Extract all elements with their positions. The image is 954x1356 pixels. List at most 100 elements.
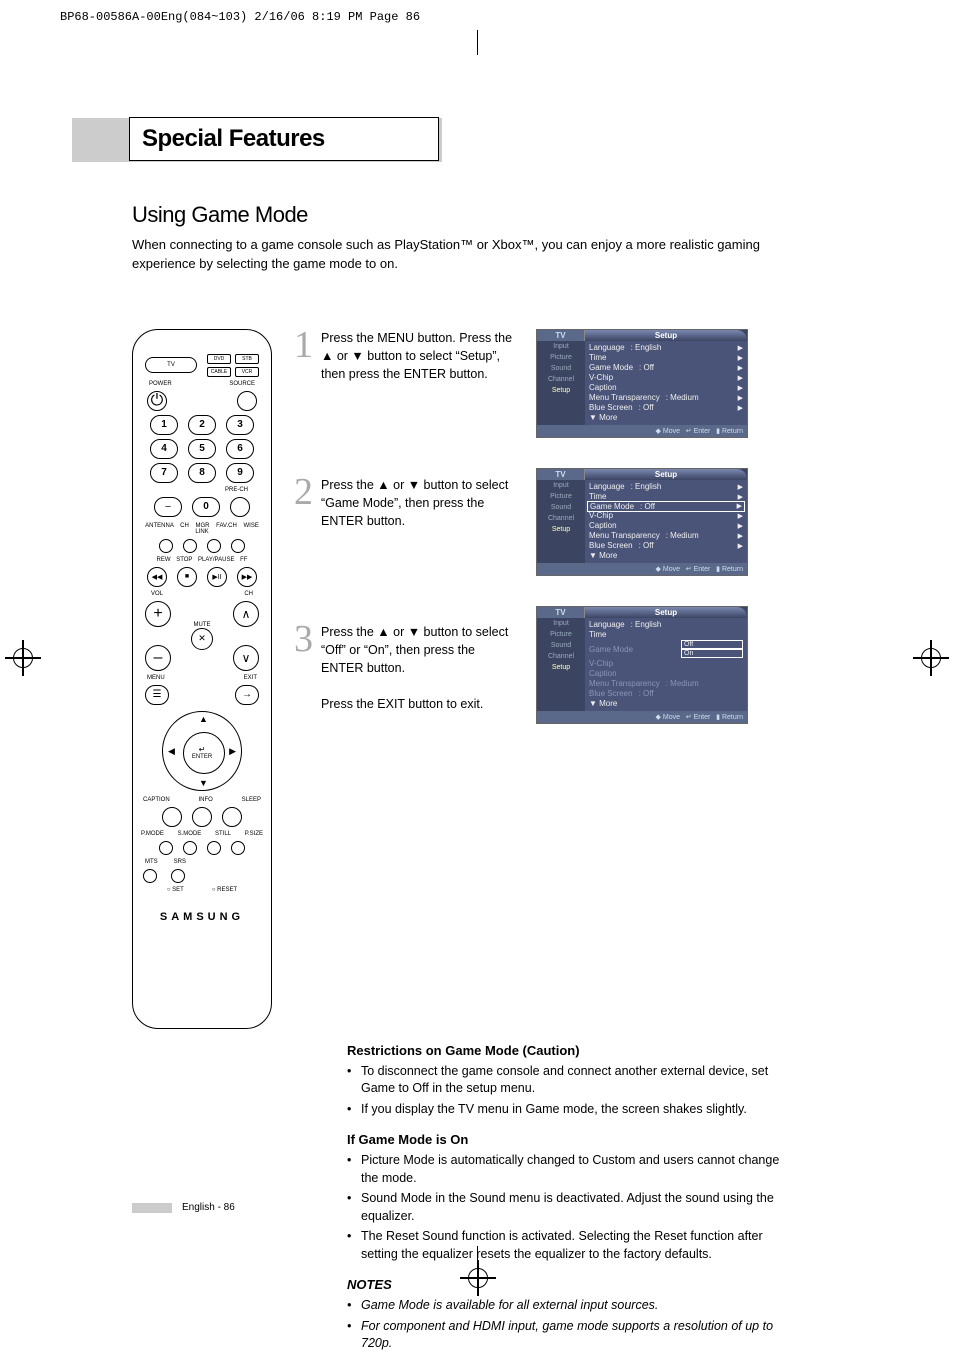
remote-menu-button: ☰ [145,685,169,705]
step-text: Press the ▲ or ▼ button to select “Off” … [321,623,514,735]
print-crop-header: BP68-00586A-00Eng(084~103) 2/16/06 8:19 … [60,10,420,24]
osd-screenshot-2: TVSetup InputPictureSoundChannelSetup La… [536,468,748,576]
remote-key-5: 5 [188,439,216,459]
notes-list: Game Mode is available for all external … [347,1297,792,1353]
osd-screenshot-3: TVSetup InputPictureSoundChannelSetup La… [536,606,748,724]
remote-ch-up: ∧ [233,601,259,627]
crop-tick-top [477,30,478,55]
remote-prech-label: PRE-CH [141,487,263,493]
remote-util-labels: ANTENNA CH MGR FAV.CH WISE LINK [141,523,263,535]
remote-vol-label: VOL [151,591,163,597]
remote-ch-down: ∨ [233,645,259,671]
remote-mts-button [143,869,157,883]
remote-favch-button [207,539,221,553]
remote-caption-label: CAPTION [143,797,170,803]
step-text: Press the MENU button. Press the ▲ or ▼ … [321,329,514,441]
if-on-list: Picture Mode is automatically changed to… [347,1152,792,1263]
remote-prech-button [230,497,250,517]
registration-mark-left [5,640,41,676]
remote-still-button [207,841,221,855]
step-2: 2 Press the ▲ or ▼ button to select “Gam… [294,476,514,588]
remote-play-button: ▶II [207,567,227,587]
remote-mute-label: MUTE [194,622,211,628]
remote-key-2: 2 [188,415,216,435]
remote-menu-label: MENU [147,675,165,681]
remote-wiselink-button [231,539,245,553]
remote-tv-button: TV [145,357,197,373]
page-footer: English - 86 [132,1202,235,1213]
remote-ch-label: CH [244,591,253,597]
remote-reset-label: RESET [217,887,237,893]
remote-key-3: 3 [226,415,254,435]
remote-dvd-tag: DVD [207,354,231,364]
remote-stop-button: ■ [177,567,197,587]
remote-key-7: 7 [150,463,178,483]
chapter-title: Special Features [142,125,325,153]
list-item: Game Mode is available for all external … [347,1297,792,1315]
step-1: 1 Press the MENU button. Press the ▲ or … [294,329,514,441]
remote-smode-button [183,841,197,855]
remote-chmgr-button [183,539,197,553]
step-number: 1 [294,323,313,441]
remote-pmode-label: P.MODE [141,831,164,837]
remote-info-button [192,807,212,827]
remote-dash-button: – [154,497,182,517]
remote-illustration: TV DVD STB CABLE VCR POWER SOURCE ⏻ 123 456… [132,329,272,1029]
remote-key-8: 8 [188,463,216,483]
list-item: Sound Mode in the Sound menu is deactiva… [347,1190,792,1225]
list-item: To disconnect the game console and conne… [347,1063,792,1098]
remote-key-9: 9 [226,463,254,483]
remote-smode-label: S.MODE [178,831,202,837]
remote-info-label: INFO [198,797,212,803]
remote-enter-label: ENTER [192,754,212,760]
remote-key-6: 6 [226,439,254,459]
remote-mts-label: MTS [145,859,158,865]
registration-mark-right [913,640,949,676]
remote-brand-logo: SAMSUNG [141,911,263,923]
footer-swatch [132,1203,172,1213]
remote-srs-label: SRS [174,859,186,865]
remote-source-label: SOURCE [229,381,255,387]
remote-psize-label: P.SIZE [245,831,263,837]
remote-srs-button [171,869,185,883]
step-number: 3 [294,617,313,735]
remote-cable-tag: CABLE [207,367,231,377]
remote-sleep-button [222,807,242,827]
list-item: The Reset Sound function is activated. S… [347,1228,792,1263]
subsection-heading-notes: NOTES [347,1277,792,1292]
remote-transport-labels: REW STOP PLAY/PAUSE FF [141,557,263,563]
list-item: Picture Mode is automatically changed to… [347,1152,792,1187]
remote-power-label: POWER [149,381,172,387]
remote-key-1: 1 [150,415,178,435]
section-heading: Using Game Mode [132,202,792,228]
list-item: If you display the TV menu in Game mode,… [347,1101,792,1119]
remote-vol-up: + [145,601,171,627]
remote-exit-button: → [235,685,259,705]
restrictions-list: To disconnect the game console and conne… [347,1063,792,1119]
remote-stb-tag: STB [235,354,259,364]
remote-key-4: 4 [150,439,178,459]
step-number: 2 [294,470,313,588]
step-3: 3 Press the ▲ or ▼ button to select “Off… [294,623,514,735]
chapter-title-bar: Special Features [132,118,792,162]
list-item: For component and HDMI input, game mode … [347,1318,792,1353]
remote-psize-button [231,841,245,855]
remote-vol-down: – [145,645,171,671]
remote-source-button [237,391,257,411]
remote-mute-button: ✕ [191,628,213,650]
remote-ff-button: ▶▶ [237,567,257,587]
remote-set-label: SET [172,887,184,893]
remote-vcr-tag: VCR [235,367,259,377]
remote-still-label: STILL [215,831,231,837]
remote-power-button: ⏻ [147,391,167,411]
osd-screenshot-1: TVSetup InputPictureSoundChannelSetup La… [536,329,748,438]
remote-sleep-label: SLEEP [242,797,261,803]
remote-nav-ring: ▲▼◀▶ ↵ENTER [162,711,242,791]
remote-key-0: 0 [192,497,220,517]
remote-rew-button: ◀◀ [147,567,167,587]
subsection-heading-restrictions: Restrictions on Game Mode (Caution) [347,1043,792,1058]
remote-antenna-button [159,539,173,553]
intro-paragraph: When connecting to a game console such a… [132,236,792,274]
remote-exit-label: EXIT [244,675,257,681]
footer-page-number: English - 86 [182,1202,235,1213]
